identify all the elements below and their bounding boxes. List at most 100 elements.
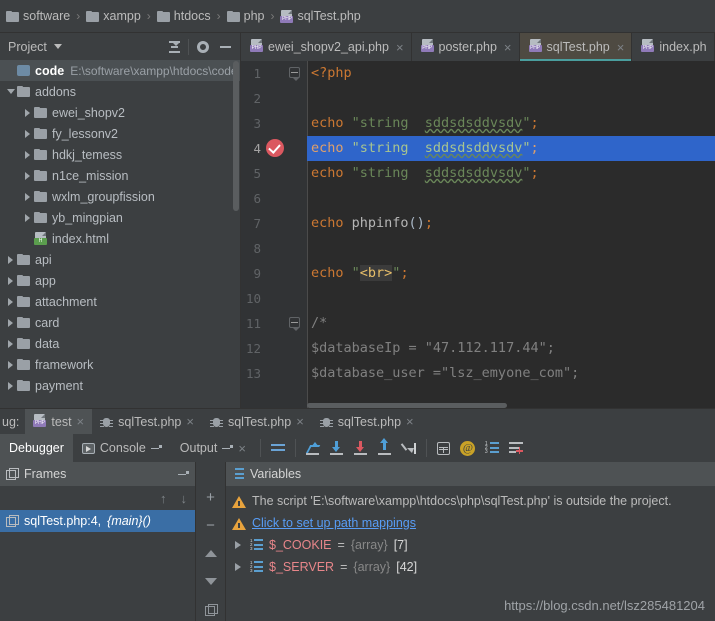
- code-line[interactable]: $databaseIp = "47.112.117.44";: [307, 336, 715, 361]
- breadcrumb-item-htdocs[interactable]: htdocs: [157, 9, 211, 23]
- run-to-cursor-icon[interactable]: [397, 436, 421, 460]
- chevron-right-icon[interactable]: [4, 298, 17, 306]
- collapse-all-icon[interactable]: [163, 36, 185, 58]
- editor-gutter[interactable]: 12345678910111213: [241, 61, 307, 408]
- code-line[interactable]: [307, 286, 715, 311]
- move-up-button[interactable]: [201, 544, 221, 562]
- close-icon[interactable]: ×: [238, 441, 246, 456]
- add-button[interactable]: +: [201, 488, 221, 506]
- code-content[interactable]: <?phpecho "string sddsdsddvsdv";echo "st…: [307, 61, 715, 408]
- editor-tab-sqltest-php[interactable]: PHPsqlTest.php×: [520, 33, 633, 61]
- close-icon[interactable]: ×: [186, 414, 194, 429]
- code-line[interactable]: [307, 86, 715, 111]
- editor-tab-index-ph[interactable]: PHPindex.ph: [632, 33, 714, 61]
- code-line[interactable]: [307, 236, 715, 261]
- copy-button[interactable]: [201, 600, 221, 618]
- chevron-right-icon[interactable]: [4, 256, 17, 264]
- variable-row-cookie[interactable]: 123 $_COOKIE = {array} [7]: [226, 534, 715, 556]
- remove-button[interactable]: −: [201, 516, 221, 534]
- tree-item-framework[interactable]: framework: [0, 354, 240, 375]
- path-mappings-link[interactable]: Click to set up path mappings: [252, 516, 416, 530]
- force-step-into-icon[interactable]: [349, 436, 373, 460]
- project-tree-scrollbar[interactable]: [233, 61, 239, 211]
- expand-arrow-icon[interactable]: [232, 563, 244, 571]
- tree-item-hdkj-temess[interactable]: hdkj_temess: [0, 144, 240, 165]
- pin-icon[interactable]: [151, 443, 162, 454]
- close-icon[interactable]: ×: [406, 414, 414, 429]
- chevron-right-icon[interactable]: [4, 319, 17, 327]
- variables-list[interactable]: The script 'E:\software\xampp\htdocs\php…: [226, 486, 715, 578]
- chevron-down-icon[interactable]: [4, 89, 17, 94]
- project-tree[interactable]: codeE:\software\xampp\htdocs\codeaddonse…: [0, 60, 240, 408]
- chevron-right-icon[interactable]: [4, 361, 17, 369]
- project-panel-title[interactable]: Project: [8, 40, 47, 54]
- frame-up-button[interactable]: ↑: [160, 491, 167, 506]
- tree-item-api[interactable]: api: [0, 249, 240, 270]
- editor-tab-poster-php[interactable]: PHPposter.php×: [412, 33, 520, 61]
- code-line[interactable]: echo "<br>";: [307, 261, 715, 286]
- gear-icon[interactable]: [192, 36, 214, 58]
- tree-item-fy-lessonv2[interactable]: fy_lessonv2: [0, 123, 240, 144]
- mute-breakpoints-icon[interactable]: @: [456, 436, 480, 460]
- tree-item-card[interactable]: card: [0, 312, 240, 333]
- breadcrumb-item-sqltest[interactable]: PHP sqlTest.php: [280, 9, 360, 23]
- tab-debugger[interactable]: Debugger: [0, 434, 73, 462]
- variables-view-icon[interactable]: 123: [480, 436, 504, 460]
- chevron-right-icon[interactable]: [4, 382, 17, 390]
- tree-item-data[interactable]: data: [0, 333, 240, 354]
- chevron-right-icon[interactable]: [4, 277, 17, 285]
- breadcrumb-item-xampp[interactable]: xampp: [86, 9, 141, 23]
- chevron-right-icon[interactable]: [21, 151, 34, 159]
- variable-row-server[interactable]: 123 $_SERVER = {array} [42]: [226, 556, 715, 578]
- code-line[interactable]: echo "string sddsdsddvsdv";: [307, 111, 715, 136]
- pin-icon[interactable]: [222, 443, 233, 454]
- code-line[interactable]: echo phpinfo();: [307, 211, 715, 236]
- debug-session-tab-sqltest-1[interactable]: sqlTest.php ×: [92, 409, 202, 435]
- frame-list-item[interactable]: sqlTest.php:4, {main}(): [0, 510, 195, 532]
- debug-session-tab-test[interactable]: PHP test ×: [25, 409, 92, 435]
- tree-item-wxlm-groupfission[interactable]: wxlm_groupfission: [0, 186, 240, 207]
- editor-tab-ewei-shopv2-api-php[interactable]: PHPewei_shopv2_api.php×: [241, 33, 412, 61]
- frame-down-button[interactable]: ↓: [181, 491, 188, 506]
- expand-arrow-icon[interactable]: [232, 541, 244, 549]
- debug-session-tab-sqltest-3[interactable]: sqlTest.php ×: [312, 409, 422, 435]
- chevron-right-icon[interactable]: [21, 109, 34, 117]
- pin-icon[interactable]: [178, 469, 189, 480]
- path-mappings-link-row[interactable]: Click to set up path mappings: [226, 512, 715, 534]
- add-watch-icon[interactable]: [504, 436, 528, 460]
- code-fold-icon[interactable]: [289, 67, 300, 78]
- debug-session-tab-sqltest-2[interactable]: sqlTest.php ×: [202, 409, 312, 435]
- close-icon[interactable]: ×: [504, 40, 512, 55]
- step-into-icon[interactable]: [325, 436, 349, 460]
- close-icon[interactable]: ×: [617, 40, 625, 55]
- breadcrumb-item-software[interactable]: software: [6, 9, 70, 23]
- tree-item-attachment[interactable]: attachment: [0, 291, 240, 312]
- chevron-right-icon[interactable]: [21, 193, 34, 201]
- close-icon[interactable]: ×: [396, 40, 404, 55]
- breakpoint-icon[interactable]: [266, 139, 284, 157]
- code-line[interactable]: [307, 186, 715, 211]
- code-line[interactable]: echo "string sddsdsddvsdv";: [307, 161, 715, 186]
- tree-item-ewei-shopv2[interactable]: ewei_shopv2: [0, 102, 240, 123]
- breadcrumb-item-php[interactable]: php: [227, 9, 265, 23]
- evaluate-expression-icon[interactable]: [432, 436, 456, 460]
- chevron-right-icon[interactable]: [4, 340, 17, 348]
- close-icon[interactable]: ×: [77, 414, 85, 429]
- chevron-right-icon[interactable]: [21, 214, 34, 222]
- tree-item-code[interactable]: codeE:\software\xampp\htdocs\code: [0, 60, 240, 81]
- minimize-icon[interactable]: [214, 36, 236, 58]
- tree-item-n1ce-mission[interactable]: n1ce_mission: [0, 165, 240, 186]
- tree-item-payment[interactable]: payment: [0, 375, 240, 396]
- code-line[interactable]: /*: [307, 311, 715, 336]
- tab-output[interactable]: Output ×: [171, 434, 255, 462]
- code-line[interactable]: $database_user ="lsz_emyone_com";: [307, 361, 715, 386]
- code-line[interactable]: <?php: [307, 61, 715, 86]
- chevron-right-icon[interactable]: [21, 130, 34, 138]
- chevron-down-icon[interactable]: [54, 44, 62, 49]
- move-down-button[interactable]: [201, 572, 221, 590]
- tab-console[interactable]: Console: [73, 434, 171, 462]
- tree-item-index-html[interactable]: Hindex.html: [0, 228, 240, 249]
- code-line[interactable]: echo "string sddsdsddvsdv";: [307, 136, 715, 161]
- code-editor[interactable]: 12345678910111213 <?php echo "string sdds…: [241, 61, 715, 408]
- close-icon[interactable]: ×: [296, 414, 304, 429]
